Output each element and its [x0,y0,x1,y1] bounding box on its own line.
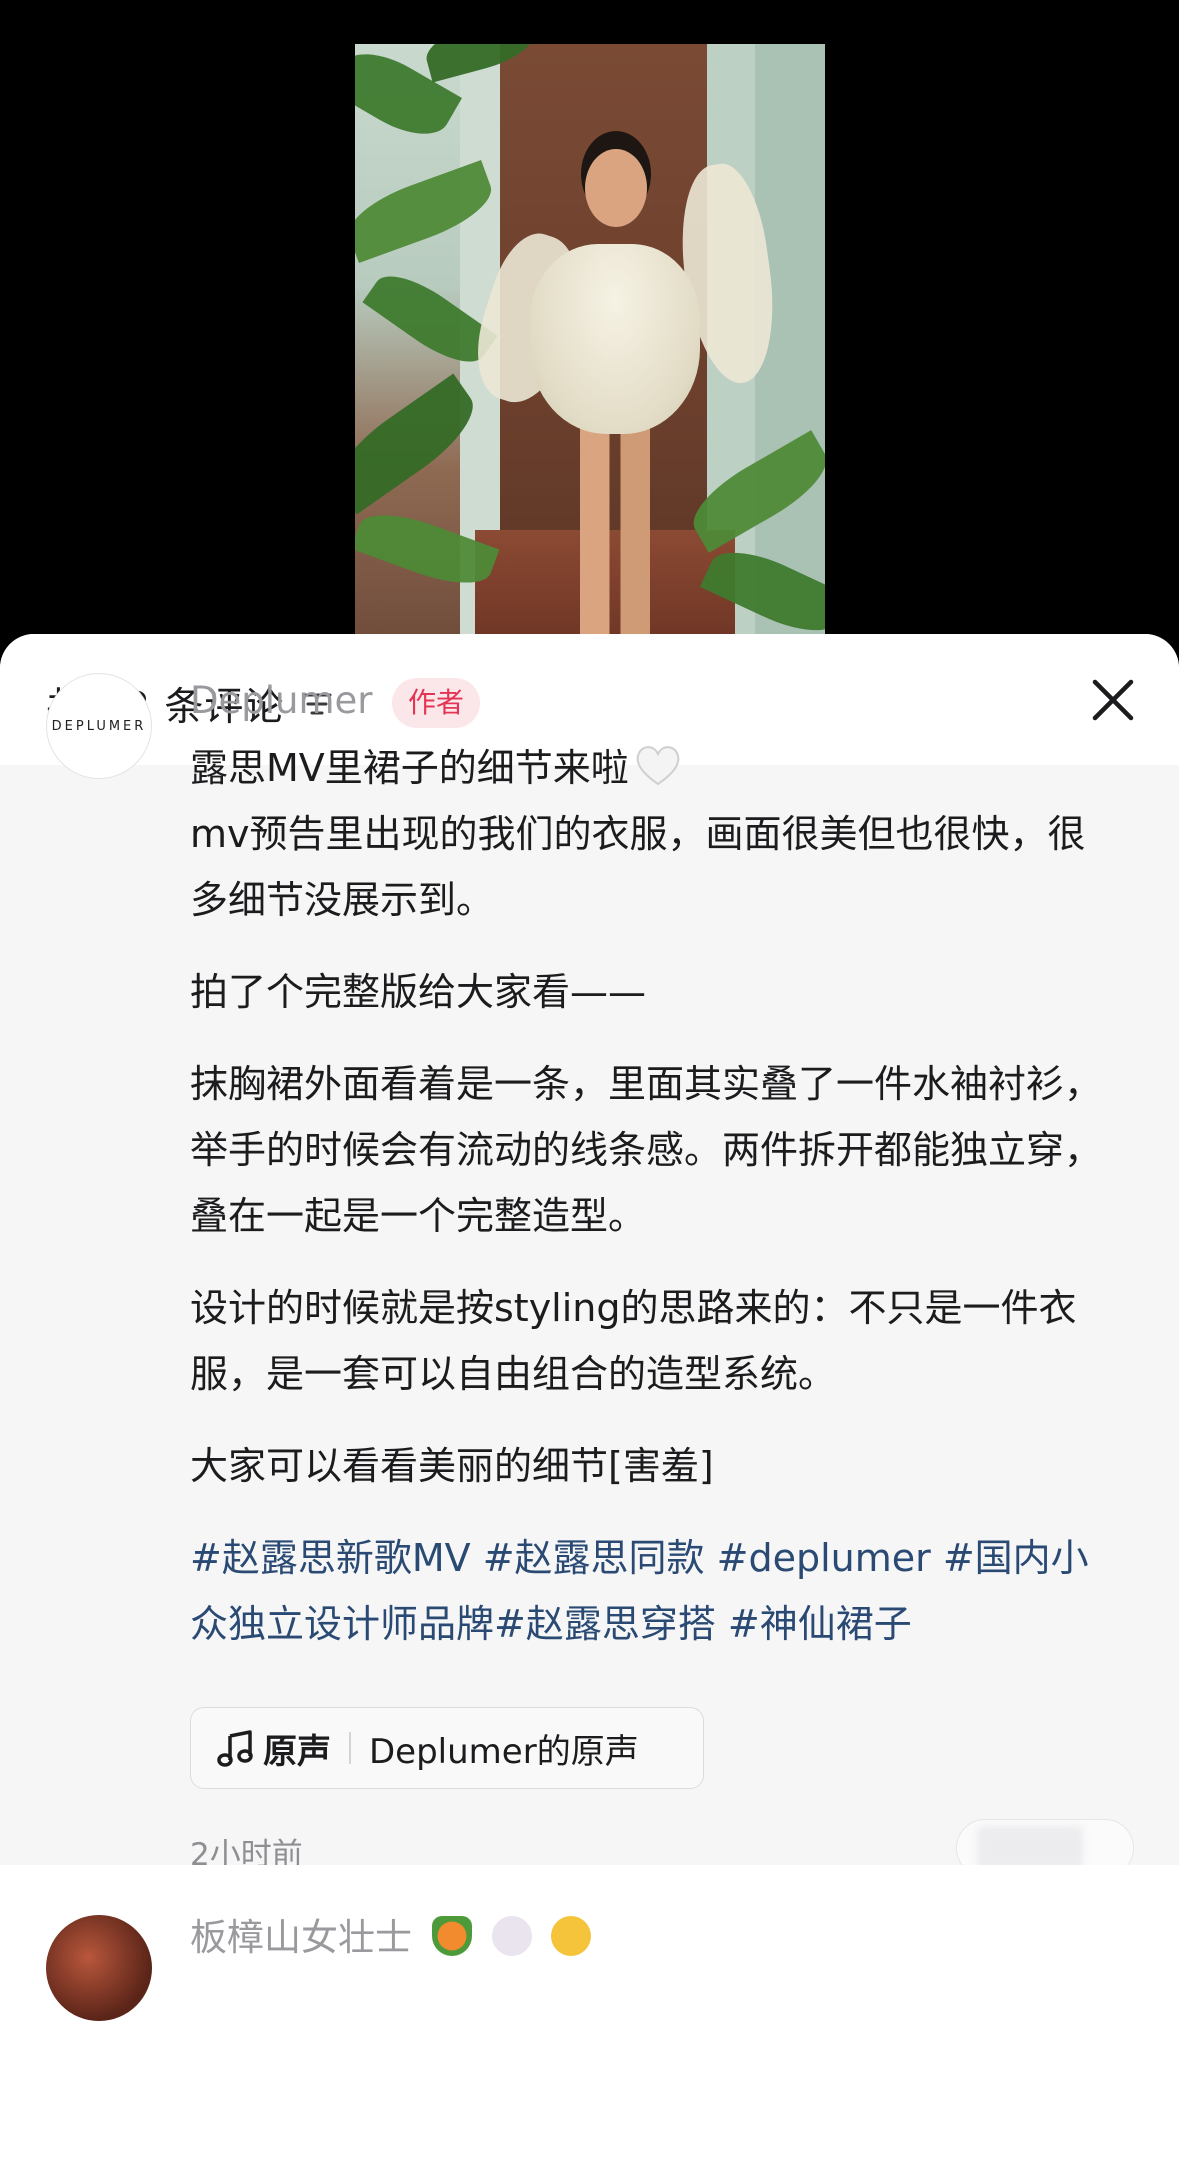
comment-sheet: 共 72 条评论 DEPLUMER Deplumer 作者 露思MV里裙子的细节… [0,634,1179,2157]
avatar[interactable] [46,1915,152,2021]
cat-emoji-icon [551,1916,592,1956]
comment-paragraph-1: mv预告里出现的我们的衣服，画面很美但也很快，很多细节没展示到。 [190,812,1086,922]
avatar[interactable]: DEPLUMER [46,673,152,779]
sound-label: 原声 [263,1731,331,1772]
comment-paragraph-4: 设计的时候就是按styling的思路来的：不只是一件衣服，是一套可以自由组合的造… [190,1286,1077,1396]
white-dress [530,244,700,434]
next-comment: 板樟山女壮士 [0,1895,1179,2157]
avatar-logo-text: DEPLUMER [51,718,147,734]
comment-divider [0,1865,1179,1895]
blurred-content [977,1826,1083,1870]
author-comment: DEPLUMER Deplumer 作者 露思MV里裙子的细节来啦 mv预告里出… [0,634,1179,1877]
author-badge: 作者 [392,678,481,728]
username-text: 板樟山女壮士 [190,1916,412,1959]
comment-paragraph-5: 大家可以看看美丽的细节[害羞] [190,1444,714,1488]
comment-paragraph-2: 拍了个完整版给大家看—— [190,970,647,1014]
model-head [585,149,647,227]
username[interactable]: Deplumer [190,679,373,722]
comment-line-1: 露思MV里裙子的细节来啦 [190,746,629,790]
music-note-icon [217,1730,253,1767]
white-heart-icon [636,746,680,786]
sound-name: Deplumer的原声 [369,1731,639,1772]
carrot-emoji-icon [431,1916,472,1956]
original-sound-chip[interactable]: 原声 Deplumer的原声 [190,1707,704,1789]
username[interactable]: 板樟山女壮士 [190,1907,592,1961]
comment-body: 露思MV里裙子的细节来啦 mv预告里出现的我们的衣服，画面很美但也很快，很多细节… [190,735,1110,1683]
model-legs [580,424,650,634]
hashtag-links[interactable]: #赵露思新歌MV #赵露思同款 #deplumer #国内小众独立设计师品牌#赵… [190,1525,1110,1657]
rabbit-emoji-icon [491,1916,532,1956]
chip-divider [349,1732,351,1764]
video-preview[interactable] [355,44,825,650]
comment-paragraph-3: 抹胸裙外面看着是一条，里面其实叠了一件水袖衬衫，举手的时候会有流动的线条感。两件… [190,1062,1103,1238]
